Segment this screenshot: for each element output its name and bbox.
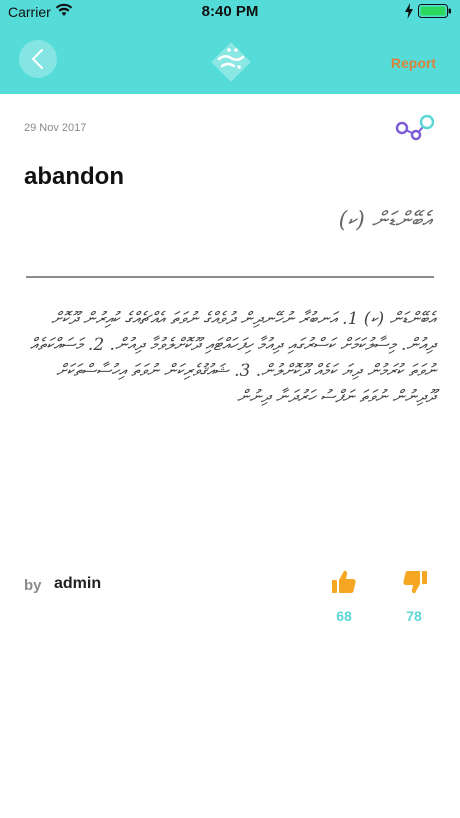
by-label: by <box>24 577 42 594</box>
entry-definition: އެބޭންޑަން (ކ) 1. އަނބުރާ ނުހޭނދިން ދުވެ… <box>29 309 436 407</box>
dislike-count: 78 <box>406 608 422 624</box>
thumbs-up-icon[interactable] <box>331 569 357 595</box>
status-time: 8:40 PM <box>201 3 259 20</box>
charging-icon <box>405 3 413 19</box>
app-logo <box>205 36 257 88</box>
thumbs-down-icon[interactable] <box>402 569 428 595</box>
entry-word: abandon <box>24 163 124 190</box>
back-button[interactable] <box>19 40 57 78</box>
share-nodes-icon[interactable] <box>394 112 434 144</box>
chevron-left-icon <box>32 49 43 69</box>
app-logo-icon <box>211 42 251 82</box>
entry-date: 29 Nov 2017 <box>24 122 87 134</box>
divider <box>26 276 434 278</box>
author-name: admin <box>54 575 102 592</box>
battery-icon <box>418 4 451 18</box>
status-bar: Carrier 8:40 PM <box>0 0 460 24</box>
app-header: Carrier 8:40 PM Report <box>0 0 460 94</box>
entry-word-script: އެބޭންޑަން (ކ) <box>338 208 432 233</box>
report-button[interactable]: Report <box>391 55 436 71</box>
like-count: 68 <box>336 608 352 624</box>
